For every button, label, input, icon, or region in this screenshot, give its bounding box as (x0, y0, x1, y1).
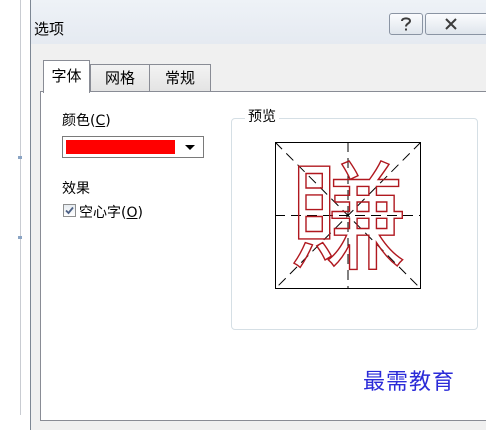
effects-label: 效果 (62, 181, 90, 197)
background-app-strip (0, 0, 30, 415)
tab-grid[interactable]: 网格 (90, 64, 150, 92)
help-button[interactable] (389, 13, 423, 35)
color-label: 颜色(C) (62, 113, 111, 129)
background-marker (18, 156, 22, 159)
chevron-down-icon[interactable] (185, 145, 195, 150)
watermark-text: 最需教育 (363, 370, 456, 395)
title-bar[interactable]: 选项 (31, 0, 486, 44)
tab-general[interactable]: 常规 (149, 64, 211, 92)
background-app-edge (20, 0, 21, 415)
color-dropdown[interactable] (62, 136, 204, 158)
background-marker (18, 236, 22, 239)
color-swatch (66, 140, 175, 154)
tab-general-label: 常规 (164, 69, 195, 87)
outline-checkbox[interactable] (63, 204, 76, 217)
close-button[interactable] (425, 13, 486, 35)
tab-font-label: 字体 (51, 67, 82, 85)
tab-font[interactable]: 字体 (43, 60, 90, 93)
preview-label: 预览 (245, 106, 279, 126)
tab-grid-label: 网格 (104, 69, 135, 87)
help-icon (401, 17, 412, 31)
preview-glyph: 賺 (289, 150, 407, 288)
check-icon (65, 206, 74, 215)
outline-checkbox-label[interactable]: 空心字(O) (79, 202, 143, 222)
preview-canvas: 賺 (275, 142, 421, 289)
dialog-title: 选项 (34, 20, 65, 38)
close-icon (445, 18, 457, 30)
